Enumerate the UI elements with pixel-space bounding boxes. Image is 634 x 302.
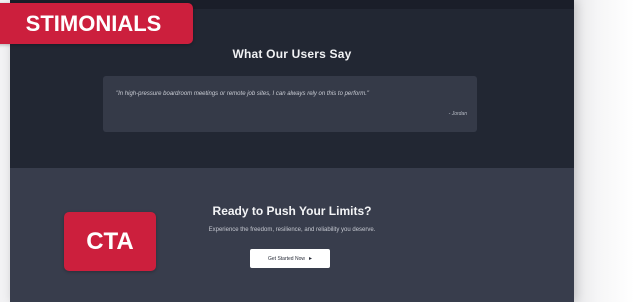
section-label-cta: CTA <box>64 212 156 271</box>
testimonial-author: - Jordan <box>448 111 467 117</box>
section-label-testimonials: STIMONIALS <box>0 3 193 44</box>
background-panel <box>574 0 634 302</box>
testimonial-quote: "In high-pressure boardroom meetings or … <box>116 91 370 97</box>
get-started-label: Get Started Now <box>268 255 305 262</box>
testimonials-heading: What Our Users Say <box>232 47 352 61</box>
arrow-right-icon: ▸ <box>308 255 312 262</box>
testimonial-card: "In high-pressure boardroom meetings or … <box>103 76 477 132</box>
get-started-button[interactable]: Get Started Now ▸ <box>250 249 330 268</box>
